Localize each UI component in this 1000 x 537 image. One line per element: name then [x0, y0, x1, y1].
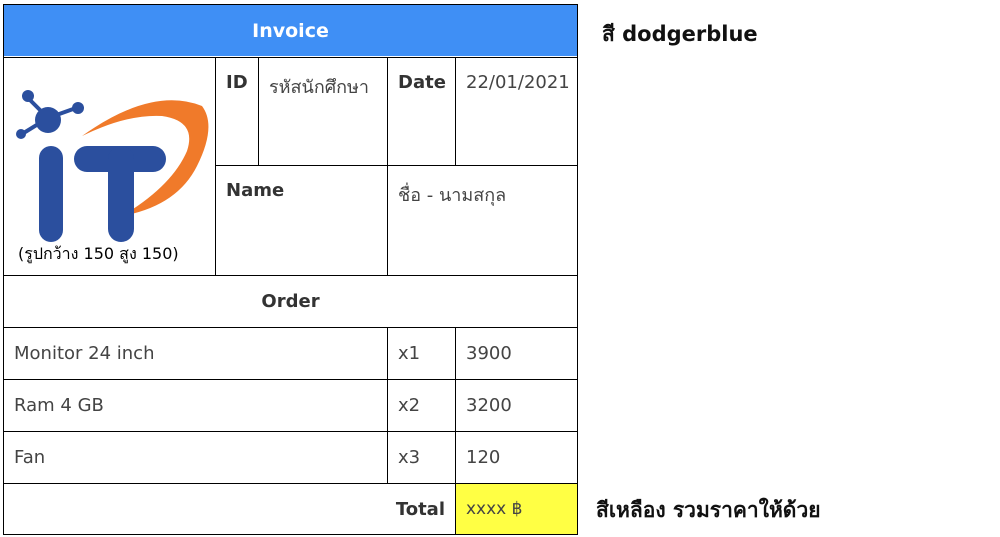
order-title: Order [4, 275, 577, 327]
id-value: รหัสนักศึกษา [258, 57, 387, 165]
id-label: ID [215, 57, 258, 165]
item-qty: x2 [387, 379, 455, 431]
logo-cell: (รูปกว้าง 150 สูง 150) [4, 57, 215, 275]
item-price: 3200 [455, 379, 577, 431]
invoice-header: Invoice [4, 5, 577, 56]
invoice-table: Invoice (รูปกว้าง 150 สูง 150) ID รหัสนั… [3, 4, 578, 535]
total-color-note: สีเหลือง รวมราคาให้ด้วย [596, 498, 821, 522]
total-value: xxxx ฿ [455, 483, 577, 534]
name-value: ชื่อ - นามสกุล [387, 165, 577, 275]
name-label: Name [215, 165, 387, 275]
item-name: Monitor 24 inch [4, 327, 387, 379]
item-qty: x1 [387, 327, 455, 379]
logo-caption: (รูปกว้าง 150 สูง 150) [18, 244, 179, 263]
total-label: Total [4, 483, 455, 534]
item-price: 120 [455, 431, 577, 483]
date-label: Date [387, 57, 455, 165]
item-price: 3900 [455, 327, 577, 379]
date-value: 22/01/2021 [455, 57, 577, 165]
item-name: Ram 4 GB [4, 379, 387, 431]
header-color-note: สี dodgerblue [602, 22, 758, 46]
item-name: Fan [4, 431, 387, 483]
it-logo-icon [16, 90, 209, 242]
item-qty: x3 [387, 431, 455, 483]
